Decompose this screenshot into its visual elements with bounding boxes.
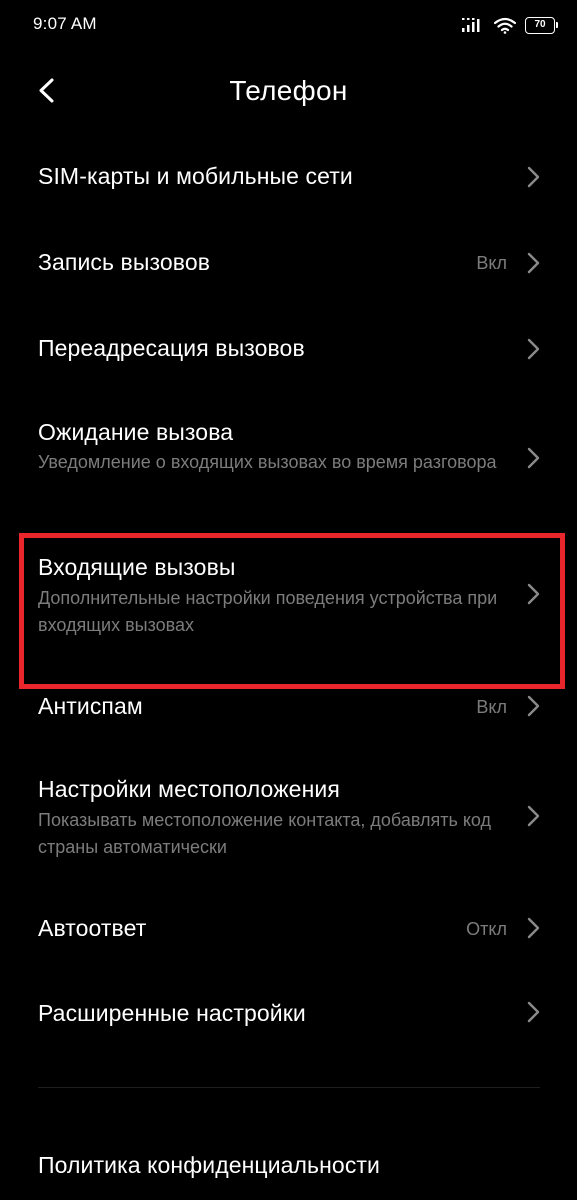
settings-item-call-forwarding[interactable]: Переадресация вызовов xyxy=(0,312,577,388)
settings-item-privacy-policy[interactable]: Политика конфиденциальности xyxy=(0,1130,577,1200)
settings-item-antispam[interactable]: Антиспам Вкл xyxy=(0,680,577,736)
page-title: Телефон xyxy=(229,75,348,106)
item-title: Запись вызовов xyxy=(38,249,211,275)
settings-item-sim-cards[interactable]: SIM-карты и мобильные сети xyxy=(0,140,577,216)
item-value: Вкл xyxy=(476,253,507,273)
wifi-icon xyxy=(494,17,516,34)
settings-item-autoanswer[interactable]: Автоответ Откл xyxy=(0,892,577,968)
status-bar: 9:07 AM 70 xyxy=(0,0,577,50)
item-title: Настройки местоположения xyxy=(38,776,340,802)
app-header: Телефон xyxy=(0,60,577,124)
item-title: Ожидание вызова xyxy=(38,419,234,445)
settings-item-advanced[interactable]: Расширенные настройки xyxy=(0,977,577,1053)
section-divider xyxy=(38,1087,540,1088)
item-subtitle: Показывать местоположение контакта, доба… xyxy=(38,810,492,857)
item-title: Автоответ xyxy=(38,915,147,941)
chevron-right-icon xyxy=(527,695,540,717)
chevron-right-icon xyxy=(527,338,540,360)
item-title: Входящие вызовы xyxy=(38,554,236,580)
item-subtitle: Дополнительные настройки поведения устро… xyxy=(38,588,498,635)
status-icons: 70 xyxy=(461,14,558,36)
item-title: SIM-карты и мобильные сети xyxy=(38,163,353,189)
settings-item-call-waiting[interactable]: Ожидание вызова Уведомление о входящих в… xyxy=(0,405,577,515)
chevron-right-icon xyxy=(527,1001,540,1023)
chevron-right-icon xyxy=(527,583,540,605)
settings-item-call-recording[interactable]: Запись вызовов Вкл xyxy=(0,226,577,302)
signal-icon xyxy=(462,18,480,32)
settings-item-location[interactable]: Настройки местоположения Показывать мест… xyxy=(0,762,577,872)
settings-item-incoming-calls[interactable]: Входящие вызовы Дополнительные настройки… xyxy=(0,540,577,650)
chevron-right-icon xyxy=(527,805,540,827)
item-subtitle: Уведомление о входящих вызовах во время … xyxy=(38,452,497,472)
item-title: Переадресация вызовов xyxy=(38,335,305,361)
chevron-right-icon xyxy=(527,917,540,939)
battery-icon: 70 xyxy=(525,16,558,34)
item-title: Антиспам xyxy=(38,693,143,719)
battery-level: 70 xyxy=(534,19,546,30)
chevron-right-icon xyxy=(527,252,540,274)
chevron-right-icon xyxy=(527,166,540,188)
chevron-right-icon xyxy=(527,447,540,469)
status-time: 9:07 AM xyxy=(33,14,97,33)
item-value: Откл xyxy=(466,919,507,939)
item-title: Политика конфиденциальности xyxy=(38,1152,381,1178)
item-title: Расширенные настройки xyxy=(38,1000,306,1026)
item-value: Вкл xyxy=(476,697,507,717)
